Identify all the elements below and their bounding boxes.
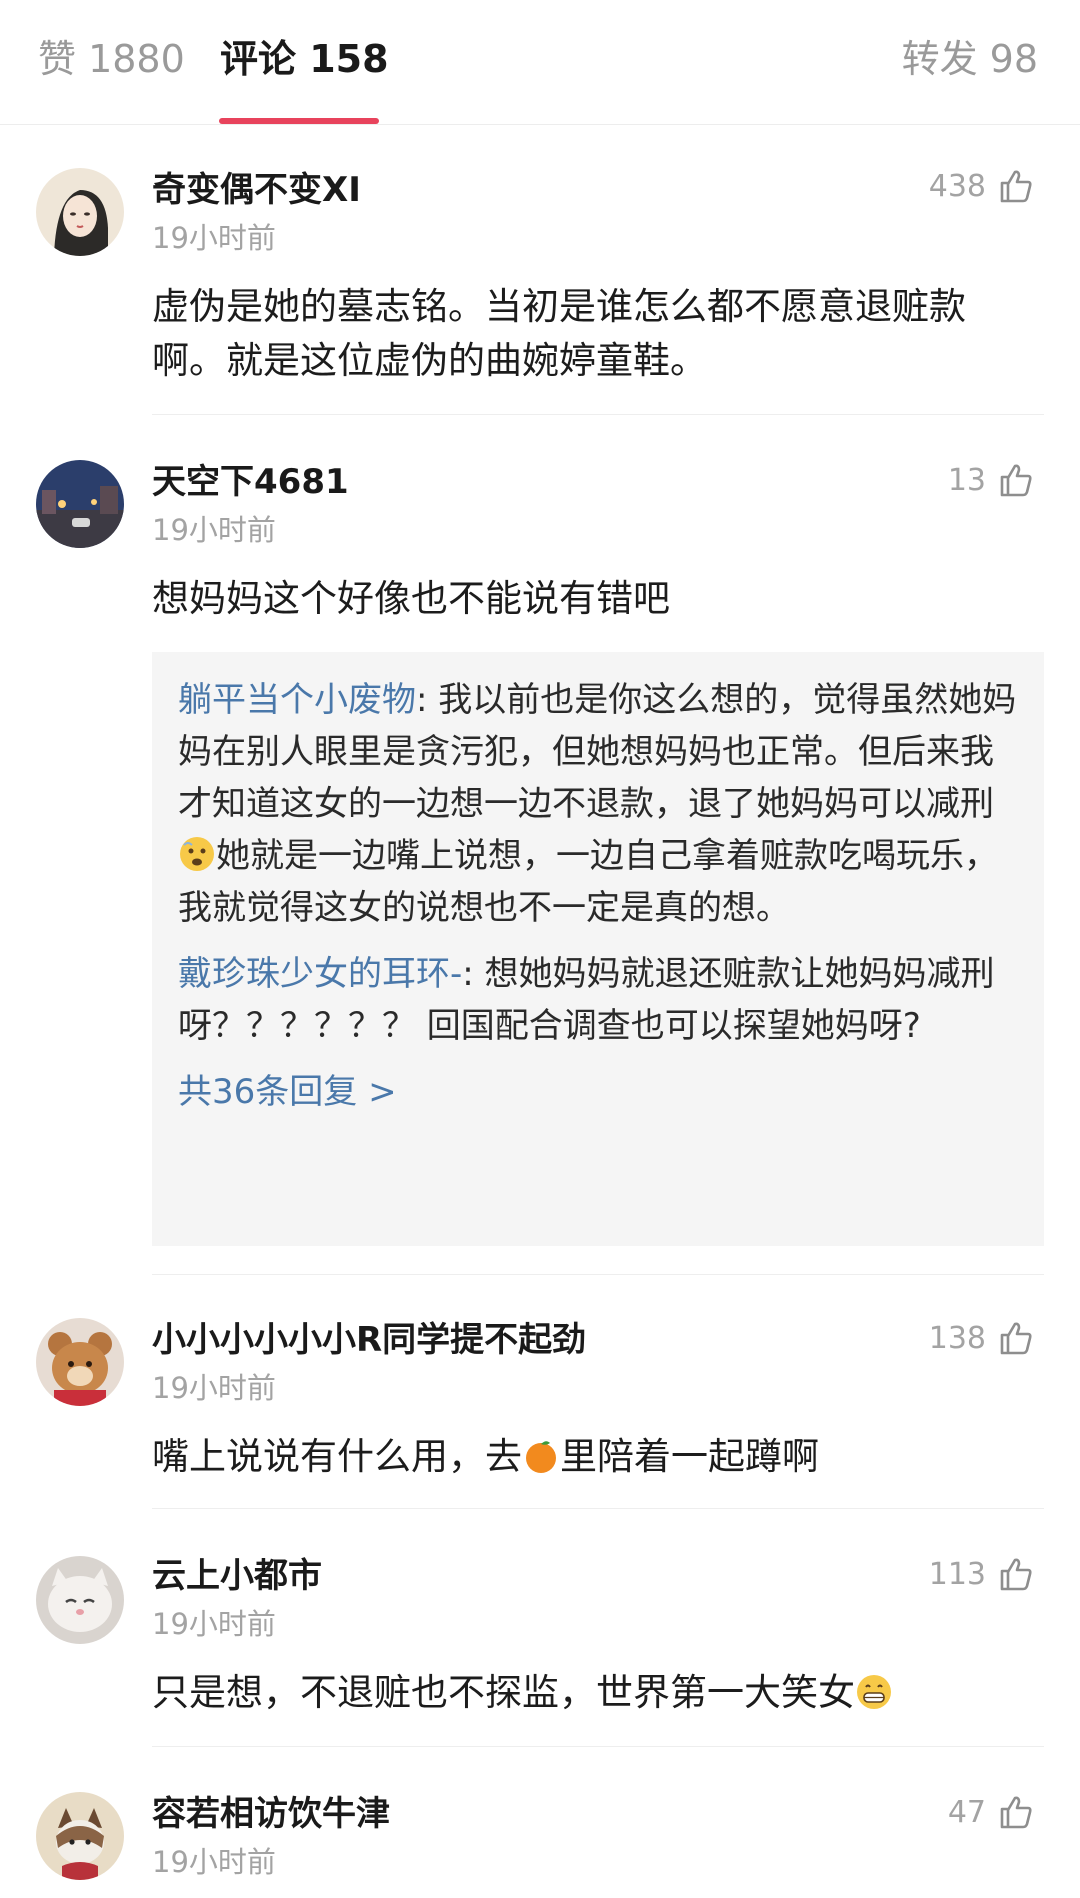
orange-emoji-icon bbox=[526, 1441, 556, 1473]
avatar[interactable] bbox=[36, 168, 124, 256]
active-tab-indicator bbox=[219, 118, 379, 124]
comment-time: 19小时前 bbox=[152, 221, 276, 255]
like-count: 13 bbox=[947, 462, 986, 498]
comment-author[interactable]: 奇变偶不变XI bbox=[152, 168, 361, 212]
tab-likes[interactable]: 赞 1880 bbox=[38, 34, 185, 84]
comment-time: 19小时前 bbox=[152, 1607, 276, 1641]
like-count: 438 bbox=[928, 168, 986, 204]
tab-bar: 赞 1880 评论 158 转发 98 bbox=[0, 0, 1080, 125]
comment-author[interactable]: 云上小都市 bbox=[152, 1554, 322, 1598]
comment-text: 虚伪是她的墓志铭。当初是谁怎么都不愿意退赃款啊。就是这位虚伪的曲婉婷童鞋。 bbox=[152, 285, 966, 382]
thumbs-up-icon bbox=[1000, 1558, 1032, 1591]
fearful-face-emoji-icon bbox=[180, 837, 214, 871]
comment-time: 19小时前 bbox=[152, 1845, 276, 1879]
comment-text: 嘴上说说有什么用，去 里陪着一起蹲啊 bbox=[152, 1430, 1038, 1484]
thumbs-up-icon bbox=[1000, 464, 1032, 497]
avatar[interactable] bbox=[36, 1556, 124, 1644]
avatar[interactable] bbox=[36, 460, 124, 548]
comment-time: 19小时前 bbox=[152, 1371, 276, 1405]
like-button[interactable]: 438 bbox=[929, 166, 1036, 206]
like-button[interactable]: 138 bbox=[929, 1318, 1036, 1358]
reply-text: 她就是一边嘴上说想，一边自己拿着赃款吃喝玩乐，我就觉得这女的说想也不一定是真的想… bbox=[178, 836, 998, 928]
like-count: 138 bbox=[928, 1320, 986, 1356]
reply-item[interactable]: 戴珍珠少女的耳环-: 想她妈妈就退还赃款让她妈妈减刑呀？？？？？？ 回国配合调查… bbox=[178, 948, 1018, 1052]
view-all-replies-link[interactable]: 共36条回复 > bbox=[178, 1066, 1018, 1118]
tab-reposts[interactable]: 转发 98 bbox=[902, 34, 1038, 84]
replies-box[interactable]: 躺平当个小废物: 我以前也是你这么想的，觉得虽然她妈妈在别人眼里是贪污犯，但她想… bbox=[152, 652, 1044, 1246]
comment-text: 想妈妈这个好像也不能说有错吧 bbox=[152, 577, 670, 620]
divider bbox=[152, 1746, 1044, 1747]
like-count: 47 bbox=[947, 1794, 986, 1830]
like-button[interactable]: 113 bbox=[929, 1554, 1036, 1594]
divider bbox=[152, 414, 1044, 415]
comment-text-part: 里陪着一起蹲啊 bbox=[560, 1435, 819, 1478]
comment-author[interactable]: 容若相访饮牛津 bbox=[152, 1792, 390, 1836]
thumbs-up-icon bbox=[1000, 170, 1032, 203]
comment-text-part: 嘴上说说有什么用，去 bbox=[152, 1435, 522, 1478]
divider bbox=[152, 1274, 1044, 1275]
grinning-face-emoji-icon bbox=[857, 1675, 891, 1709]
comment-author[interactable]: 小小小小小小R同学提不起劲 bbox=[152, 1318, 586, 1362]
reply-author[interactable]: 戴珍珠少女的耳环- bbox=[178, 954, 462, 994]
thumbs-up-icon bbox=[1000, 1322, 1032, 1355]
like-count: 113 bbox=[928, 1556, 986, 1592]
comment-text: 只是想，不退赃也不探监，世界第一大笑女 bbox=[152, 1666, 1038, 1720]
like-button[interactable]: 47 bbox=[948, 1792, 1036, 1832]
reply-author[interactable]: 躺平当个小废物 bbox=[178, 680, 416, 720]
avatar[interactable] bbox=[36, 1318, 124, 1406]
thumbs-up-icon bbox=[1000, 1796, 1032, 1829]
avatar[interactable] bbox=[36, 1792, 124, 1880]
divider bbox=[152, 1508, 1044, 1509]
comment-author[interactable]: 天空下4681 bbox=[152, 460, 349, 504]
like-button[interactable]: 13 bbox=[948, 460, 1036, 500]
comment-text-part: 只是想，不退赃也不探监，世界第一大笑女 bbox=[152, 1671, 855, 1714]
tab-comments[interactable]: 评论 158 bbox=[220, 34, 389, 84]
reply-item[interactable]: 躺平当个小废物: 我以前也是你这么想的，觉得虽然她妈妈在别人眼里是贪污犯，但她想… bbox=[178, 674, 1018, 934]
comment-time: 19小时前 bbox=[152, 513, 276, 547]
